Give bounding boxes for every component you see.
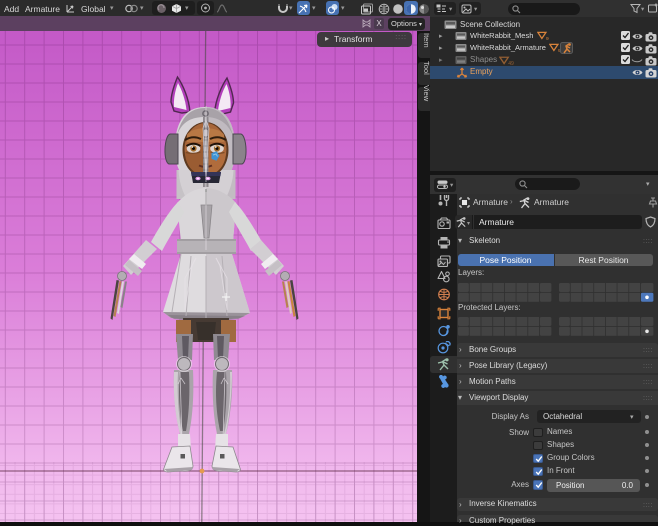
svg-text:49: 49 — [508, 61, 514, 66]
svg-text:9: 9 — [546, 36, 549, 41]
